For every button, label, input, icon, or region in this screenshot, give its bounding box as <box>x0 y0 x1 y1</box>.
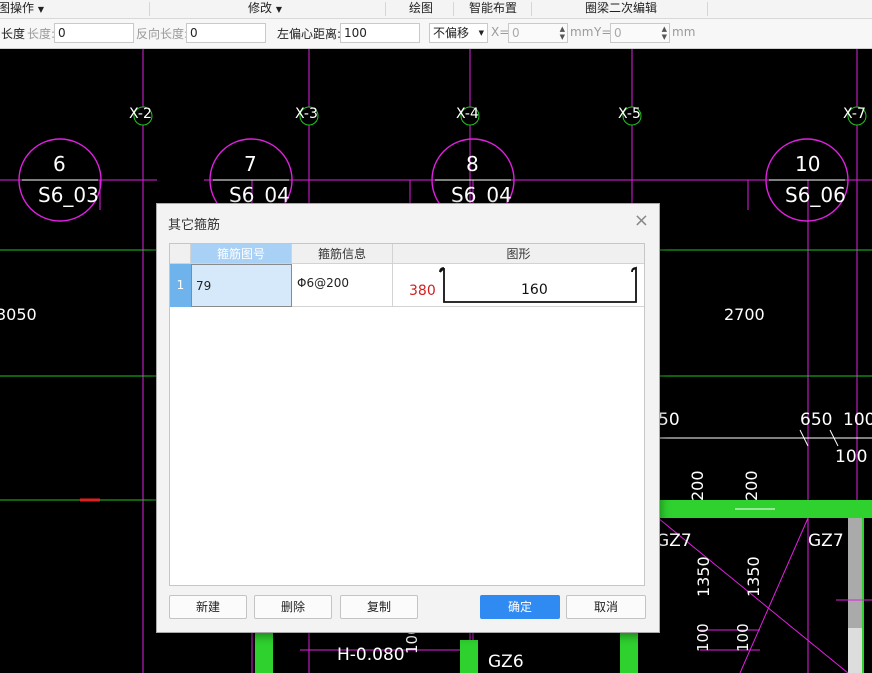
column-header-shape-code[interactable]: 箍筋图号 <box>191 244 292 264</box>
group-draw[interactable]: 绘图 <box>396 0 446 18</box>
axis-label: X-5 <box>618 106 641 122</box>
axis-label: X-2 <box>129 106 152 122</box>
dimension-label: 650 <box>800 410 833 430</box>
reverse-length-label: 反向长度: <box>136 27 189 41</box>
shape-code-cell[interactable]: 79 <box>191 264 292 307</box>
bubble-number: 8 <box>466 152 479 176</box>
group-operations[interactable]: 图操作 ▼ <box>0 0 48 18</box>
column-label: GZ7 <box>656 531 692 551</box>
group-smart-layout[interactable]: 智能布置 <box>462 0 524 18</box>
close-icon[interactable]: × <box>634 210 649 231</box>
spinner-icon[interactable]: ▲ ▼ <box>560 25 565 41</box>
other-stirrups-dialog: 其它箍筋 × 箍筋图号 箍筋信息 图形 1 79 Φ6@200 380 160 … <box>156 203 660 633</box>
corner-header <box>170 244 191 264</box>
new-button[interactable]: 新建 <box>169 595 247 619</box>
dimension-label: 200 <box>688 470 707 501</box>
divider <box>385 2 386 16</box>
parameter-bar: 长度 长度: 0 反向长度: 0 左偏心距离: 100 不偏移 ▼ X= 0 ▲ ▼ … <box>0 19 872 49</box>
bubble-number: 6 <box>53 152 66 176</box>
dimension-label: 100 <box>835 447 868 467</box>
length-prefix-label: 长度 <box>1 27 26 41</box>
bubble-number: 10 <box>795 152 821 176</box>
dimension-label: 1350 <box>694 556 713 597</box>
divider <box>149 2 150 16</box>
dimension-label: 100 <box>694 623 712 652</box>
chevron-down-icon: ▼ <box>478 29 484 37</box>
column-header-shape[interactable]: 图形 <box>393 244 644 264</box>
length-input[interactable]: 0 <box>54 23 134 43</box>
ok-button[interactable]: 确定 <box>480 595 560 619</box>
reverse-length-input[interactable]: 0 <box>186 23 266 43</box>
x-label: X= <box>491 25 510 39</box>
dimension-label: 3050 <box>0 305 37 324</box>
divider <box>531 2 532 16</box>
column-label: GZ6 <box>488 652 524 672</box>
dimension-label: 2700 <box>724 305 765 324</box>
row-number[interactable]: 1 <box>170 264 191 307</box>
elevation-label: H-0.080 <box>337 645 405 665</box>
group-ring-beam-edit[interactable]: 圈梁二次编辑 <box>578 0 664 18</box>
column-label: GZ7 <box>808 531 844 551</box>
column-header-info[interactable]: 箍筋信息 <box>292 244 393 264</box>
dimension-height[interactable]: 380 <box>409 283 436 299</box>
group-modify[interactable]: 修改 ▼ <box>235 0 295 18</box>
bubble-number: 7 <box>244 152 257 176</box>
stirrup-table: 箍筋图号 箍筋信息 图形 1 79 Φ6@200 380 160 <box>169 243 645 586</box>
dialog-title: 其它箍筋 <box>168 218 221 233</box>
y-unit: mm <box>672 25 696 39</box>
divider <box>707 2 708 16</box>
axis-label: X-7 <box>843 106 866 122</box>
x-unit: mm <box>570 25 594 39</box>
axis-label: X-3 <box>295 106 318 122</box>
ribbon-group-bar: 图操作 ▼ 修改 ▼ 绘图 智能布置 圈梁二次编辑 <box>0 0 872 19</box>
offset-label: 左偏心距离: <box>277 27 342 41</box>
dimension-width[interactable]: 160 <box>521 282 548 298</box>
dimension-label: 100 <box>843 410 872 430</box>
dimension-label: 100 <box>734 623 752 652</box>
axis-label: X-4 <box>456 106 479 122</box>
offset-mode-select[interactable]: 不偏移 ▼ <box>429 23 488 43</box>
chevron-down-icon: ▼ <box>37 5 44 14</box>
x-input[interactable]: 0 ▲ ▼ <box>508 23 568 43</box>
delete-button[interactable]: 删除 <box>254 595 332 619</box>
y-input[interactable]: 0 ▲ ▼ <box>610 23 670 43</box>
length-label: 长度: <box>27 27 56 41</box>
y-label: Y= <box>594 25 612 39</box>
cancel-button[interactable]: 取消 <box>566 595 646 619</box>
dimension-label: 1350 <box>744 556 763 597</box>
offset-input[interactable]: 100 <box>340 23 420 43</box>
dimension-label: 200 <box>742 470 761 501</box>
copy-button[interactable]: 复制 <box>340 595 418 619</box>
bubble-subtitle: S6_03 <box>38 183 99 207</box>
chevron-down-icon: ▼ <box>275 5 282 14</box>
dimension-label: 50 <box>658 410 680 430</box>
bubble-subtitle: S6_06 <box>785 183 846 207</box>
spinner-icon[interactable]: ▲ ▼ <box>662 25 667 41</box>
stirrup-info-cell[interactable]: Φ6@200 <box>292 264 393 307</box>
stirrup-shape-cell[interactable]: 380 160 <box>393 264 644 307</box>
divider <box>453 2 454 16</box>
